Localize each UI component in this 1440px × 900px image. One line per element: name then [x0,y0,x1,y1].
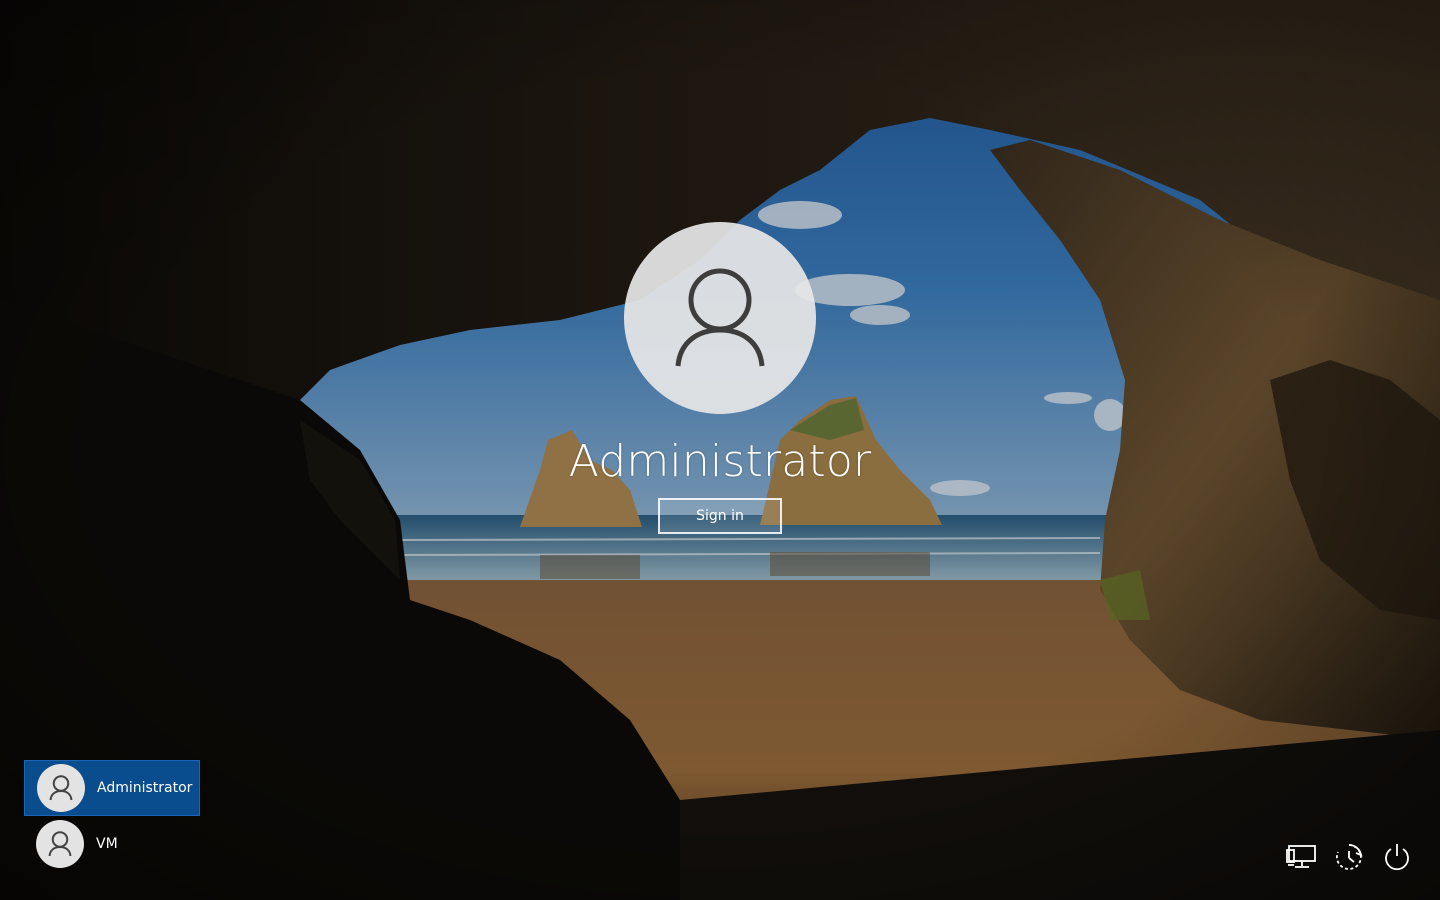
selected-user-panel: Administrator Sign in [0,222,1440,534]
user-silhouette-icon [37,764,85,812]
user-item-vm[interactable]: VM [24,816,200,872]
user-item-label: VM [96,836,118,852]
lock-screen-tray [1286,842,1412,872]
selected-user-name: Administrator [568,436,872,487]
lock-screen: Administrator Sign in Administrator VM [0,0,1440,900]
ease-of-access-icon[interactable] [1334,842,1364,872]
user-silhouette-icon [36,820,84,868]
network-icon[interactable] [1286,842,1316,872]
sign-in-button[interactable]: Sign in [658,498,782,534]
power-icon[interactable] [1382,842,1412,872]
user-silhouette-icon [624,222,816,414]
user-switcher-list: Administrator VM [24,760,200,872]
user-item-label: Administrator [97,780,193,796]
user-item-administrator[interactable]: Administrator [24,760,200,816]
